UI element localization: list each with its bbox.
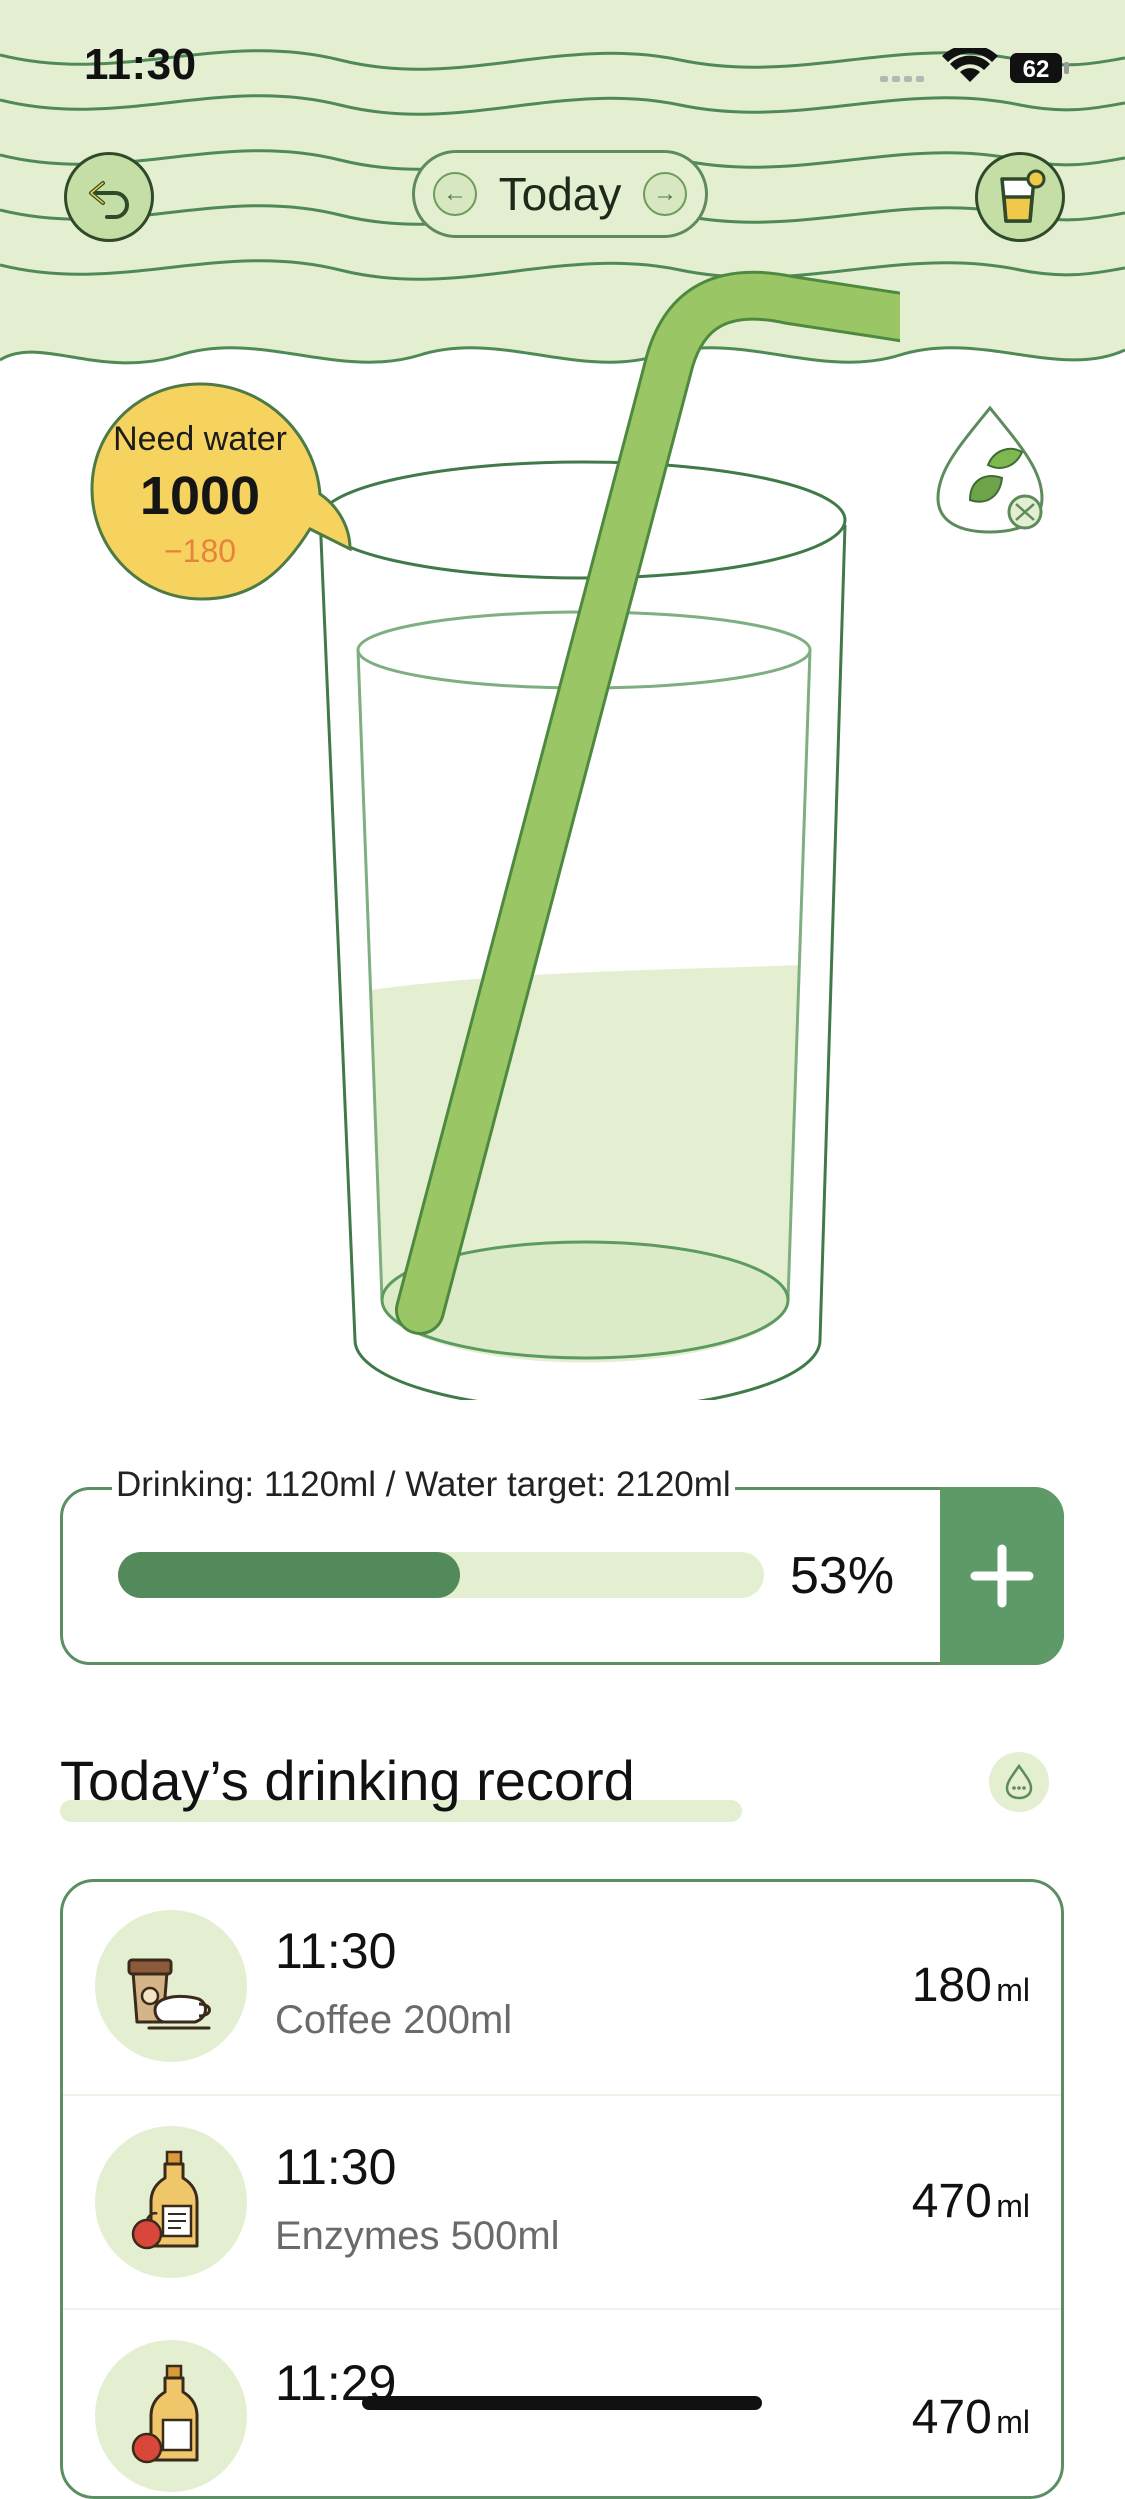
date-selector: ← Today → <box>412 150 708 238</box>
progress-bar-fill <box>118 1552 460 1598</box>
plus-icon <box>970 1544 1034 1608</box>
home-indicator[interactable] <box>362 2396 762 2410</box>
next-day-button[interactable]: → <box>643 172 687 216</box>
drop-flower-icon[interactable] <box>985 1750 1053 1814</box>
back-button[interactable] <box>64 152 154 242</box>
record-time: 11:30 <box>275 2139 397 2195</box>
record-amount-unit: ml <box>996 2188 1030 2224</box>
need-water-panel: Need water 1000 −180 <box>80 420 320 570</box>
record-amount-value: 470 <box>911 2391 992 2444</box>
drink-avatar <box>95 2340 247 2492</box>
drink-cup-button[interactable] <box>975 152 1065 242</box>
need-water-delta: −180 <box>163 533 237 569</box>
wifi-icon <box>942 44 998 82</box>
enzymes-bottle-icon <box>131 2150 199 2250</box>
record-amount-value: 470 <box>911 2175 992 2228</box>
record-amount: 470 ml <box>880 2390 1030 2445</box>
juice-cup-icon <box>1000 169 1046 223</box>
record-amount: 180 ml <box>880 1958 1030 2013</box>
undo-arrow-icon <box>89 181 129 219</box>
water-glass-illustration <box>317 270 900 1400</box>
need-water-value: 1000 <box>139 466 261 526</box>
battery-level: 62 <box>1023 56 1050 83</box>
arrow-left-icon: ← <box>443 180 467 207</box>
record-time: 11:30 <box>275 1923 397 1979</box>
enzymes-bottle-icon <box>131 2364 199 2464</box>
arrow-right-icon: → <box>653 180 677 207</box>
record-amount-unit: ml <box>996 2404 1030 2440</box>
tea-leaf-drop-icon[interactable] <box>930 400 1050 540</box>
drink-avatar <box>95 1910 247 2062</box>
record-amount-value: 180 <box>911 1959 992 2012</box>
record-amount-unit: ml <box>996 1972 1030 2008</box>
record-amount: 470 ml <box>880 2174 1030 2229</box>
coffee-icon <box>127 1958 211 2030</box>
add-drink-button[interactable] <box>940 1487 1064 1665</box>
previous-day-button[interactable]: ← <box>433 172 477 216</box>
status-bar-time: 11:30 <box>84 40 197 89</box>
records-section-title: Today’s drinking record <box>60 1749 635 1812</box>
record-drink: Enzymes 500ml <box>275 2214 560 2258</box>
date-label: Today <box>498 168 622 220</box>
cellular-signal-icon <box>880 76 924 82</box>
progress-percent: 53% <box>790 1547 895 1605</box>
progress-bar <box>118 1552 764 1598</box>
need-water-title: Need water <box>113 420 287 458</box>
drink-avatar <box>95 2126 247 2278</box>
record-drink: Coffee 200ml <box>275 1998 513 2042</box>
progress-caption: Drinking: 1120ml / Water target: 2120ml <box>112 1465 735 1505</box>
status-bar-icons: 62 <box>880 44 1080 88</box>
